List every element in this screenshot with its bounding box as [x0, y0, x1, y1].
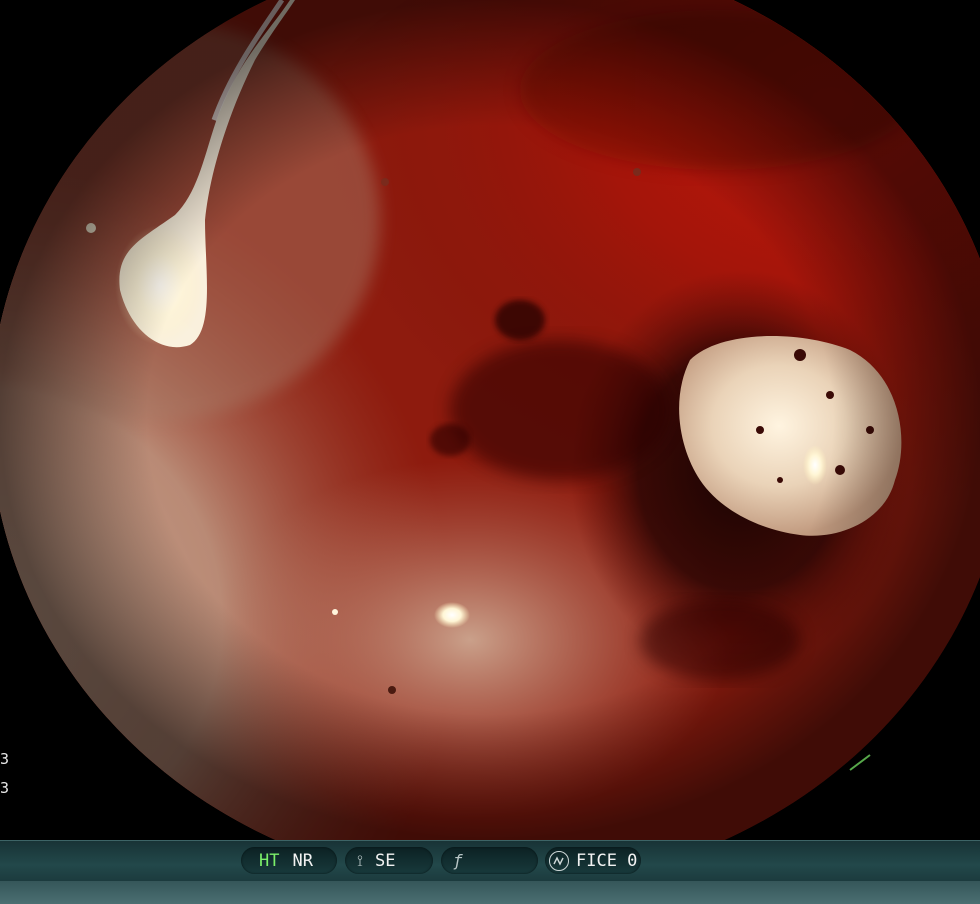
structure-enhancement-icon: ⟟: [357, 850, 363, 870]
endoscopic-image: [0, 0, 980, 840]
f-indicator: ƒ: [441, 847, 538, 874]
status-lower-band: [0, 881, 980, 904]
se-indicator: ⟟ SE: [345, 847, 433, 874]
f-symbol-icon: ƒ: [453, 851, 463, 870]
se-label: SE: [374, 850, 396, 871]
side-indicator-digit: 3: [0, 779, 10, 797]
endoscopy-view-svg: [0, 0, 980, 840]
ht-label: HT: [259, 850, 280, 871]
fice-label: FICE 0: [576, 850, 638, 871]
nr-label: NR: [292, 850, 313, 871]
fice-indicator: FICE 0: [545, 847, 641, 874]
side-indicator-digit: 3: [0, 750, 10, 768]
ht-nr-indicator: HT NR: [241, 847, 337, 874]
waveform-circle-icon: [549, 850, 569, 871]
